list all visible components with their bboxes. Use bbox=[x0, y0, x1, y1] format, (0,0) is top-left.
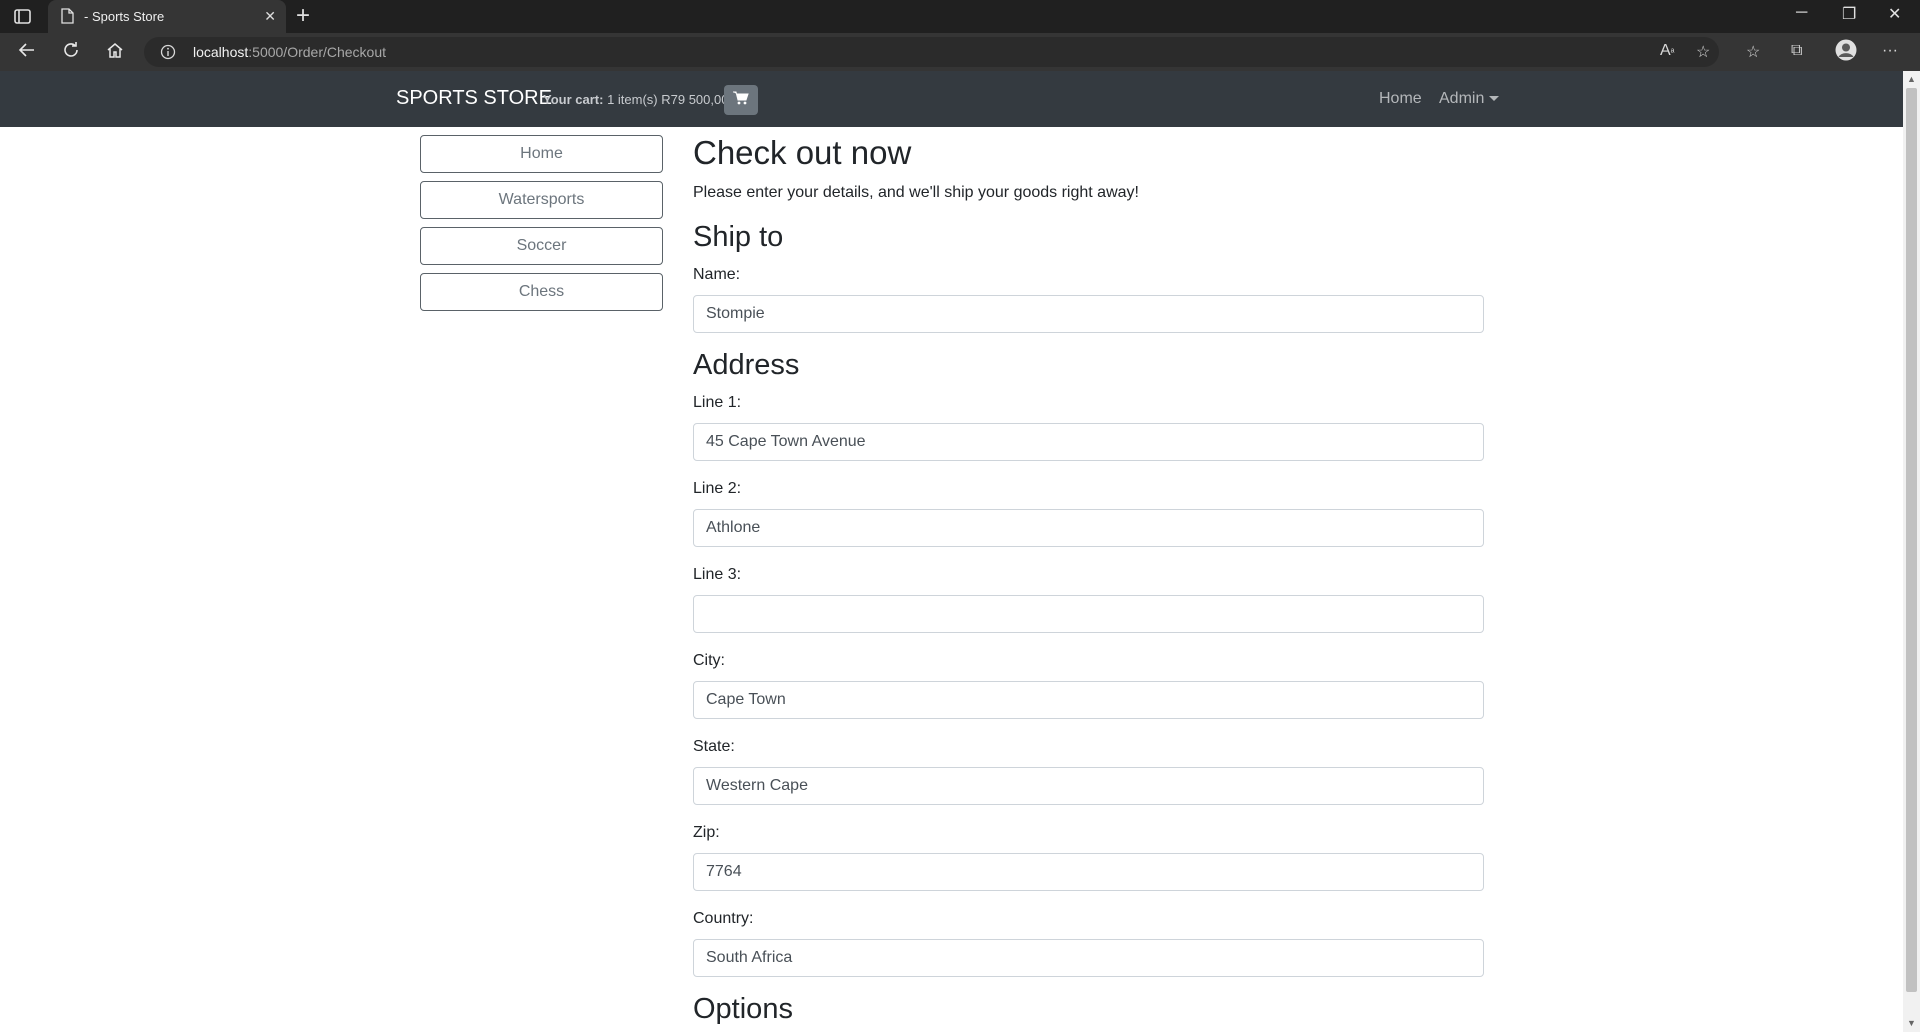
cart-button[interactable] bbox=[724, 85, 758, 115]
ship-to-heading: Ship to bbox=[693, 221, 784, 253]
nav-admin-dropdown[interactable]: Admin bbox=[1439, 90, 1500, 108]
category-chess-button[interactable]: Chess bbox=[420, 273, 663, 311]
info-icon[interactable] bbox=[160, 44, 176, 65]
state-field[interactable] bbox=[693, 767, 1484, 805]
line2-label: Line 2: bbox=[693, 480, 742, 497]
category-home-button[interactable]: Home bbox=[420, 135, 663, 173]
address-bar[interactable]: localhost:5000/Order/Checkout bbox=[144, 37, 1719, 67]
state-label: State: bbox=[693, 738, 735, 755]
profile-icon[interactable] bbox=[1835, 39, 1857, 66]
browser-tab[interactable]: - Sports Store ✕ bbox=[48, 0, 286, 33]
close-tab-icon[interactable]: ✕ bbox=[264, 8, 276, 25]
scroll-up-icon[interactable]: ▲ bbox=[1907, 74, 1916, 84]
page-scrollbar[interactable]: ▲ ▼ bbox=[1903, 71, 1920, 1032]
new-tab-icon[interactable]: + bbox=[296, 4, 310, 28]
city-field[interactable] bbox=[693, 681, 1484, 719]
zip-label: Zip: bbox=[693, 824, 720, 841]
minimize-icon[interactable]: ─ bbox=[1796, 4, 1807, 22]
collections-icon[interactable]: ⧉ bbox=[1791, 42, 1802, 60]
cart-summary: Your cart: 1 item(s) R79 500,00 bbox=[543, 92, 728, 107]
country-label: Country: bbox=[693, 910, 754, 927]
more-icon[interactable]: ··· bbox=[1882, 42, 1898, 60]
back-icon[interactable] bbox=[18, 41, 36, 64]
chevron-down-icon bbox=[1489, 96, 1500, 102]
category-watersports-button[interactable]: Watersports bbox=[420, 181, 663, 219]
address-heading: Address bbox=[693, 349, 800, 381]
city-label: City: bbox=[693, 652, 725, 669]
name-field[interactable] bbox=[693, 295, 1484, 333]
nav-admin-label: Admin bbox=[1439, 90, 1485, 107]
read-aloud-icon[interactable]: Aᵃ bbox=[1660, 42, 1674, 60]
line3-field[interactable] bbox=[693, 595, 1484, 633]
scroll-down-icon[interactable]: ▼ bbox=[1907, 1018, 1916, 1028]
home-icon[interactable] bbox=[106, 41, 124, 64]
window-close-icon[interactable]: ✕ bbox=[1888, 4, 1901, 24]
cart-icon bbox=[733, 91, 749, 110]
add-favorite-icon[interactable]: ☆ bbox=[1696, 42, 1710, 62]
refresh-icon[interactable] bbox=[62, 41, 80, 64]
restore-icon[interactable]: ❐ bbox=[1842, 4, 1856, 24]
app-navbar: SPORTS STORE Your cart: 1 item(s) R79 50… bbox=[0, 71, 1903, 127]
name-label: Name: bbox=[693, 266, 741, 283]
favorites-icon[interactable]: ☆ bbox=[1746, 42, 1760, 62]
nav-home-link[interactable]: Home bbox=[1379, 90, 1422, 108]
cart-items: 1 item(s) R79 500,00 bbox=[607, 92, 729, 107]
category-soccer-button[interactable]: Soccer bbox=[420, 227, 663, 265]
cart-label: Your cart: bbox=[543, 92, 604, 107]
zip-field[interactable] bbox=[693, 853, 1484, 891]
scroll-thumb[interactable] bbox=[1906, 88, 1917, 992]
page-intro: Please enter your details, and we'll shi… bbox=[693, 184, 1139, 201]
brand[interactable]: SPORTS STORE bbox=[396, 87, 552, 110]
tab-actions-icon[interactable] bbox=[12, 8, 34, 26]
page-icon bbox=[60, 8, 74, 27]
line1-label: Line 1: bbox=[693, 394, 742, 411]
line1-field[interactable] bbox=[693, 423, 1484, 461]
url-text: localhost:5000/Order/Checkout bbox=[193, 44, 387, 60]
page-title: Check out now bbox=[693, 134, 912, 171]
browser-toolbar: localhost:5000/Order/Checkout Aᵃ ☆ ☆ ⧉ ·… bbox=[0, 33, 1920, 71]
tab-title: - Sports Store bbox=[84, 9, 165, 24]
country-field[interactable] bbox=[693, 939, 1484, 977]
options-heading: Options bbox=[693, 993, 793, 1025]
browser-tab-bar: - Sports Store ✕ + ─ ❐ ✕ bbox=[0, 0, 1920, 33]
line3-label: Line 3: bbox=[693, 566, 742, 583]
line2-field[interactable] bbox=[693, 509, 1484, 547]
